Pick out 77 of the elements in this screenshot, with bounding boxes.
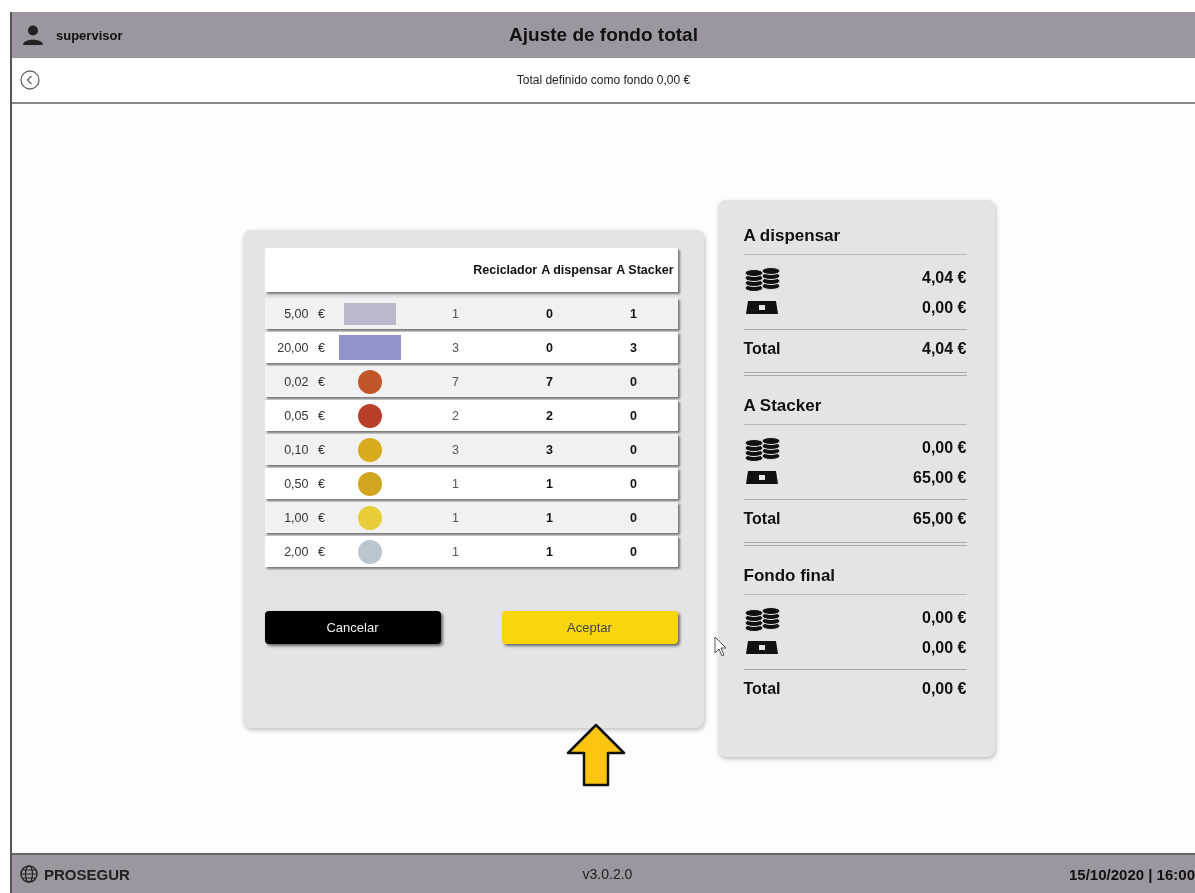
stacker-count: 0 [629,374,638,389]
denomination-value: 0,10 [283,442,309,457]
stacker-count: 0 [629,408,638,423]
dispense-count: 1 [545,510,554,525]
dispense-count: 1 [545,476,554,491]
dispense-count: 7 [545,374,554,389]
recycler-count: 1 [451,544,460,559]
currency-symbol: € [317,340,326,355]
total-amount: 4,04 € [922,340,967,358]
stacker-count: 1 [629,306,638,321]
section-title: Fondo final [743,566,967,595]
date-time: 15/10/2020 | 16:00 [1069,865,1195,883]
recycler-count: 1 [451,476,460,491]
banknote-stack-icon [743,639,780,657]
column-header: A dispensar [541,263,613,277]
fund-total-text: Total definido como fondo 0,00 € [516,73,691,87]
total-label: Total [743,680,781,698]
mouse-cursor-icon [714,636,728,658]
denomination-value: 20,00 [276,340,309,355]
column-header: Reciclador [473,263,538,277]
stacker-count: 0 [629,442,638,457]
denomination-value: 0,02 [283,374,309,389]
accept-button[interactable]: Aceptar [501,611,678,644]
user-icon [22,25,44,45]
coins-amount: 0,00 € [922,609,967,627]
notes-amount: 65,00 € [913,469,967,487]
back-icon[interactable] [20,70,40,90]
globe-logo-icon [20,865,38,883]
coins-amount: 4,04 € [922,269,967,287]
total-label: Total [743,510,781,528]
denomination-value: 0,05 [283,408,309,423]
denomination-value: 0,50 [283,476,309,491]
user-name: supervisor [56,27,123,43]
currency-symbol: € [317,408,326,423]
coins-amount: 0,00 € [922,439,967,457]
currency-symbol: € [317,374,326,389]
stacker-count: 0 [629,476,638,491]
currency-symbol: € [317,306,326,321]
total-amount: 0,00 € [922,680,967,698]
coin-stacks-icon [743,604,782,632]
total-amount: 65,00 € [913,510,967,528]
dispense-count: 2 [545,408,554,423]
coin-stacks-icon [743,434,782,462]
denomination-value: 5,00 [283,306,309,321]
recycler-count: 1 [451,306,460,321]
dispense-count: 3 [545,442,554,457]
brand-name: PROSEGUR [44,865,130,883]
banknote-stack-icon [743,469,780,487]
notes-amount: 0,00 € [922,299,967,317]
banknote-stack-icon [743,299,780,317]
stacker-count: 0 [629,544,638,559]
recycler-count: 2 [451,408,460,423]
dispense-count: 1 [545,544,554,559]
recycler-count: 7 [451,374,460,389]
cancel-button[interactable]: Cancelar [264,611,441,644]
denomination-value: 2,00 [283,544,309,559]
currency-symbol: € [317,476,326,491]
currency-symbol: € [317,442,326,457]
denomination-value: 1,00 [283,510,309,525]
notes-amount: 0,00 € [922,639,967,657]
section-title: A dispensar [743,226,967,255]
up-arrow-icon [565,723,627,787]
total-label: Total [743,340,781,358]
dispense-count: 0 [545,340,554,355]
coin-stacks-icon [743,264,782,292]
currency-symbol: € [317,510,326,525]
column-header: A Stacker [616,263,674,277]
recycler-count: 3 [451,340,460,355]
currency-symbol: € [317,544,326,559]
recycler-count: 1 [451,510,460,525]
recycler-count: 3 [451,442,460,457]
stacker-count: 3 [629,340,638,355]
section-title: A Stacker [743,396,967,425]
dispense-count: 0 [545,306,554,321]
page-title: Ajuste de fondo total [509,24,698,46]
stacker-count: 0 [629,510,638,525]
version-text: v3.0.2.0 [582,866,633,882]
